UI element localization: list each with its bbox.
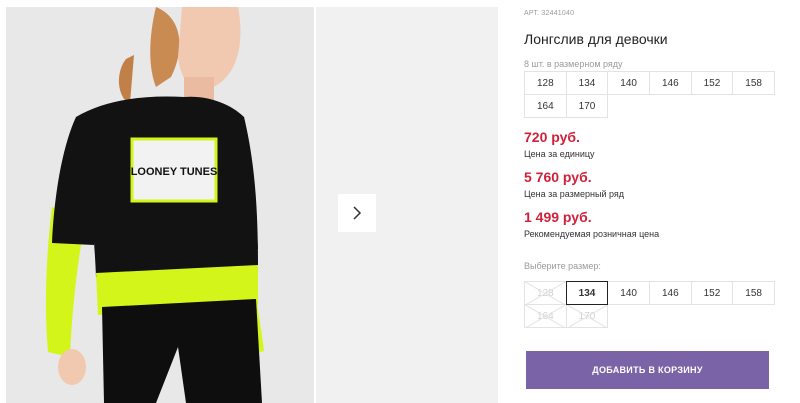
row-price: 5 760 руб.: [524, 169, 592, 185]
size-row-grid: 128 134 140 146 152 158 164 170: [524, 71, 775, 118]
size-row-cell: 152: [690, 71, 734, 95]
size-option-152[interactable]: 152: [690, 281, 734, 305]
product-title: Лонгслив для девочки: [524, 31, 668, 47]
size-option-128: 128: [524, 281, 567, 305]
size-option-146[interactable]: 146: [648, 281, 692, 305]
chevron-right-icon: [353, 206, 362, 220]
product-gallery: LOONEY TUNES: [0, 0, 498, 403]
size-row-cell: 140: [607, 71, 650, 95]
size-option-134[interactable]: 134: [565, 281, 609, 305]
gallery-next-button[interactable]: [338, 194, 376, 232]
choose-size-label: Выберите размер:: [524, 261, 601, 271]
size-option-140[interactable]: 140: [607, 281, 650, 305]
size-row-label: 8 шт. в размерном ряду: [524, 59, 623, 69]
product-photo[interactable]: LOONEY TUNES: [6, 7, 314, 403]
girl-in-longsleeve-image: LOONEY TUNES: [6, 7, 314, 403]
unit-price-note: Цена за единицу: [524, 149, 595, 159]
size-row-cell: 164: [524, 94, 567, 118]
size-option-170: 170: [565, 304, 609, 328]
row-price-note: Цена за размерный ряд: [524, 189, 625, 199]
size-row-cell: 170: [565, 94, 609, 118]
size-row-cell: 128: [524, 71, 567, 95]
article-number: АРТ. 32441040: [524, 10, 575, 17]
unit-price: 720 руб.: [524, 129, 580, 145]
size-row-cell: 134: [565, 71, 609, 95]
size-row-cell: 158: [732, 71, 775, 95]
size-option-164: 164: [524, 304, 567, 328]
size-row-cell: 146: [648, 71, 692, 95]
add-to-cart-button[interactable]: ДОБАВИТЬ В КОРЗИНУ: [526, 351, 769, 389]
retail-price-note: Рекомендуемая розничная цена: [524, 229, 660, 239]
product-info-panel: АРТ. 32441040 Лонгслив для девочки 8 шт.…: [524, 0, 800, 403]
retail-price: 1 499 руб.: [524, 209, 592, 225]
size-option-158[interactable]: 158: [732, 281, 775, 305]
size-picker: 128 134 140 146 152 158 164 170: [524, 281, 775, 328]
print-text: LOONEY TUNES: [131, 166, 218, 178]
